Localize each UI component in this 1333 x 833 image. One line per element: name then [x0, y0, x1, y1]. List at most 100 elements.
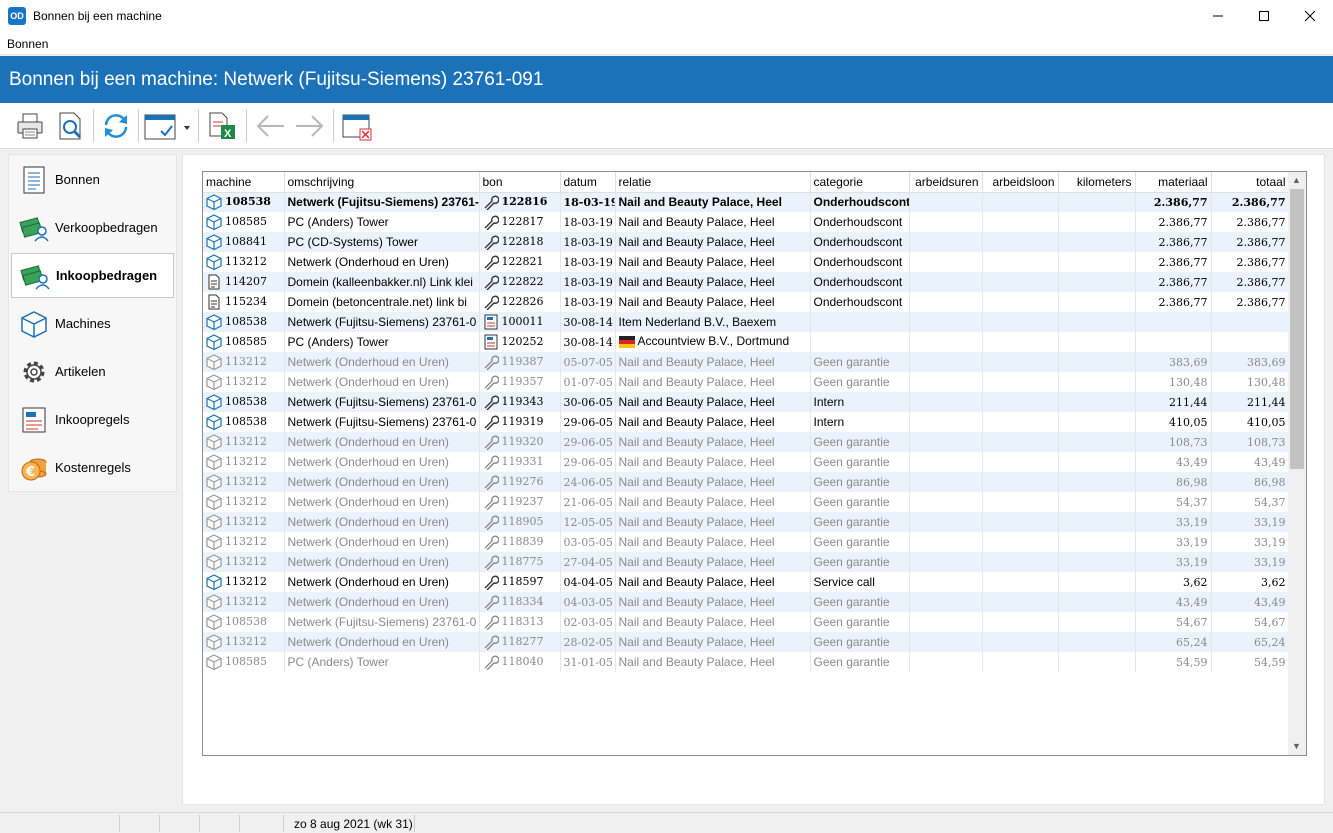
cell-bon: 122817	[479, 212, 561, 232]
column-header-arbeidsloon[interactable]: arbeidsloon	[982, 172, 1059, 193]
sidebar-item-bonnen[interactable]: Bonnen	[11, 157, 174, 202]
cell-totaal: 410,05	[1211, 412, 1290, 432]
column-header-bon[interactable]: bon	[479, 172, 561, 193]
cell-bon: 119276	[479, 472, 561, 492]
cell-kilometers	[1058, 552, 1136, 572]
table-row[interactable]: 108538 Netwerk (Fujitsu-Siemens) 23761-0 1…	[203, 412, 1290, 432]
table-row[interactable]: 113212 Netwerk (Onderhoud en Uren) 119320 2…	[203, 432, 1290, 452]
cell-bon: 122816	[479, 192, 561, 212]
column-header-arbeidsuren[interactable]: arbeidsuren	[909, 172, 983, 193]
svg-text:X: X	[224, 128, 232, 140]
table-row[interactable]: 113212 Netwerk (Onderhoud en Uren) 119331 2…	[203, 452, 1290, 472]
cell-categorie: Geen garantie	[810, 512, 910, 532]
table-row[interactable]: 113212 Netwerk (Onderhoud en Uren) 118277 2…	[203, 632, 1290, 652]
forward-button[interactable]	[292, 108, 328, 144]
cell-totaal: 43,49	[1211, 452, 1290, 472]
export-excel-button[interactable]: X	[203, 108, 239, 144]
table-row[interactable]: 113212 Netwerk (Onderhoud en Uren) 118775 2…	[203, 552, 1290, 572]
cube-icon	[206, 194, 222, 211]
cell-relatie: Nail and Beauty Palace, Heel	[615, 292, 811, 312]
cell-relatie: Nail and Beauty Palace, Heel	[615, 412, 811, 432]
column-header-omschrijving[interactable]: omschrijving	[284, 172, 480, 193]
table-row[interactable]: 108538 Netwerk (Fujitsu-Siemens) 23761-0 1…	[203, 392, 1290, 412]
view-select-button[interactable]	[142, 108, 192, 144]
table-row[interactable]: 115234 Domein (betoncentrale.net) link bi…	[203, 292, 1290, 312]
wrench-icon	[484, 595, 499, 610]
column-header-categorie[interactable]: categorie	[810, 172, 910, 193]
vertical-scrollbar[interactable]: ▲ ▼	[1288, 172, 1306, 755]
table-row[interactable]: 108538 Netwerk (Fujitsu-Siemens) 23761-0 1…	[203, 312, 1290, 332]
printer-icon	[17, 113, 43, 139]
cube-icon	[206, 554, 222, 570]
cell-materiaal	[1135, 332, 1212, 352]
maximize-button[interactable]	[1241, 0, 1287, 31]
export-excel-icon: X	[209, 112, 235, 140]
close-button[interactable]	[1287, 0, 1333, 31]
grid-header-row: machine omschrijving bon datum relatie c…	[203, 172, 1290, 193]
cell-bon: 100011	[479, 312, 561, 332]
cell-arbeidsloon	[982, 392, 1059, 412]
table-row[interactable]: 113212 Netwerk (Onderhoud en Uren) 122821 1…	[203, 252, 1290, 272]
page-title: Bonnen bij een machine: Netwerk (Fujitsu…	[0, 56, 1333, 103]
column-header-kilometers[interactable]: kilometers	[1058, 172, 1136, 193]
minimize-button[interactable]	[1195, 0, 1241, 31]
cube-icon	[206, 634, 222, 650]
sidebar-item-machines[interactable]: Machines	[11, 301, 174, 346]
cell-categorie: Onderhoudscont	[810, 192, 910, 212]
sidebar-item-kostenregels[interactable]: € Kostenregels	[11, 445, 174, 490]
table-row[interactable]: 113212 Netwerk (Onderhoud en Uren) 119387 0…	[203, 352, 1290, 372]
refresh-button[interactable]	[98, 108, 134, 144]
sidebar-item-verkoopbedragen[interactable]: Verkoopbedragen	[11, 205, 174, 250]
table-row[interactable]: 113212 Netwerk (Onderhoud en Uren) 119357 0…	[203, 372, 1290, 392]
table-row[interactable]: 108585 PC (Anders) Tower 120252 30-08-14 Acc…	[203, 332, 1290, 352]
table-row[interactable]: 108585 PC (Anders) Tower 122817 18-03-19 Nai…	[203, 212, 1290, 232]
cube-icon	[206, 654, 222, 670]
cell-kilometers	[1058, 292, 1136, 312]
cell-categorie: Geen garantie	[810, 432, 910, 452]
cell-materiaal: 2.386,77	[1135, 292, 1212, 312]
scroll-up-icon[interactable]: ▲	[1292, 175, 1301, 185]
table-row[interactable]: 113212 Netwerk (Onderhoud en Uren) 118839 0…	[203, 532, 1290, 552]
cell-kilometers	[1058, 432, 1136, 452]
cell-relatie: Nail and Beauty Palace, Heel	[615, 652, 811, 672]
menu-bonnen[interactable]: Bonnen	[7, 37, 48, 51]
column-header-totaal[interactable]: totaal	[1211, 172, 1290, 193]
cell-machine: 108585	[203, 652, 285, 672]
table-row[interactable]: 113212 Netwerk (Onderhoud en Uren) 119276 2…	[203, 472, 1290, 492]
column-header-materiaal[interactable]: materiaal	[1135, 172, 1212, 193]
sidebar-item-inkoopregels[interactable]: Inkoopregels	[11, 397, 174, 442]
back-button[interactable]	[252, 108, 288, 144]
table-row[interactable]: 113212 Netwerk (Onderhoud en Uren) 118334 0…	[203, 592, 1290, 612]
cell-datum: 30-08-14	[560, 312, 616, 332]
table-row[interactable]: 108538 Netwerk (Fujitsu-Siemens) 23761-0 1…	[203, 192, 1290, 212]
sidebar-item-artikelen[interactable]: Artikelen	[11, 349, 174, 394]
cell-arbeidsloon	[982, 232, 1059, 252]
cell-totaal: 2.386,77	[1211, 192, 1290, 212]
cell-totaal: 211,44	[1211, 392, 1290, 412]
table-row[interactable]: 113212 Netwerk (Onderhoud en Uren) 119237 2…	[203, 492, 1290, 512]
sidebar-item-inkoopbedragen[interactable]: Inkoopbedragen	[11, 253, 174, 298]
cell-materiaal: 33,19	[1135, 552, 1212, 572]
cell-datum: 18-03-19	[560, 212, 616, 232]
table-row[interactable]: 113212 Netwerk (Onderhoud en Uren) 118905 1…	[203, 512, 1290, 532]
print-button[interactable]	[12, 108, 48, 144]
table-row[interactable]: 108538 Netwerk (Fujitsu-Siemens) 23761-0 1…	[203, 612, 1290, 632]
cell-datum: 29-06-05	[560, 452, 616, 472]
cell-omschrijving: Netwerk (Fujitsu-Siemens) 23761-0	[284, 192, 480, 212]
sidebar: Bonnen Verkoopbedragen Inkoopbedragen Ma…	[8, 154, 177, 492]
close-window-button[interactable]	[338, 108, 374, 144]
cell-bon: 118597	[479, 572, 561, 592]
table-row[interactable]: 113212 Netwerk (Onderhoud en Uren) 118597 0…	[203, 572, 1290, 592]
cell-categorie: Geen garantie	[810, 472, 910, 492]
cell-omschrijving: PC (Anders) Tower	[284, 332, 480, 352]
print-preview-button[interactable]	[52, 108, 88, 144]
table-row[interactable]: 108841 PC (CD-Systems) Tower 122818 18-03-1…	[203, 232, 1290, 252]
scrollbar-thumb[interactable]	[1290, 189, 1304, 469]
table-row[interactable]: 114207 Domein (kalleenbakker.nl) Link kle…	[203, 272, 1290, 292]
column-header-datum[interactable]: datum	[560, 172, 616, 193]
cell-totaal: 2.386,77	[1211, 232, 1290, 252]
column-header-machine[interactable]: machine	[203, 172, 285, 193]
table-row[interactable]: 108585 PC (Anders) Tower 118040 31-01-05 Nai…	[203, 652, 1290, 672]
scroll-down-icon[interactable]: ▼	[1292, 741, 1301, 751]
column-header-relatie[interactable]: relatie	[615, 172, 811, 193]
